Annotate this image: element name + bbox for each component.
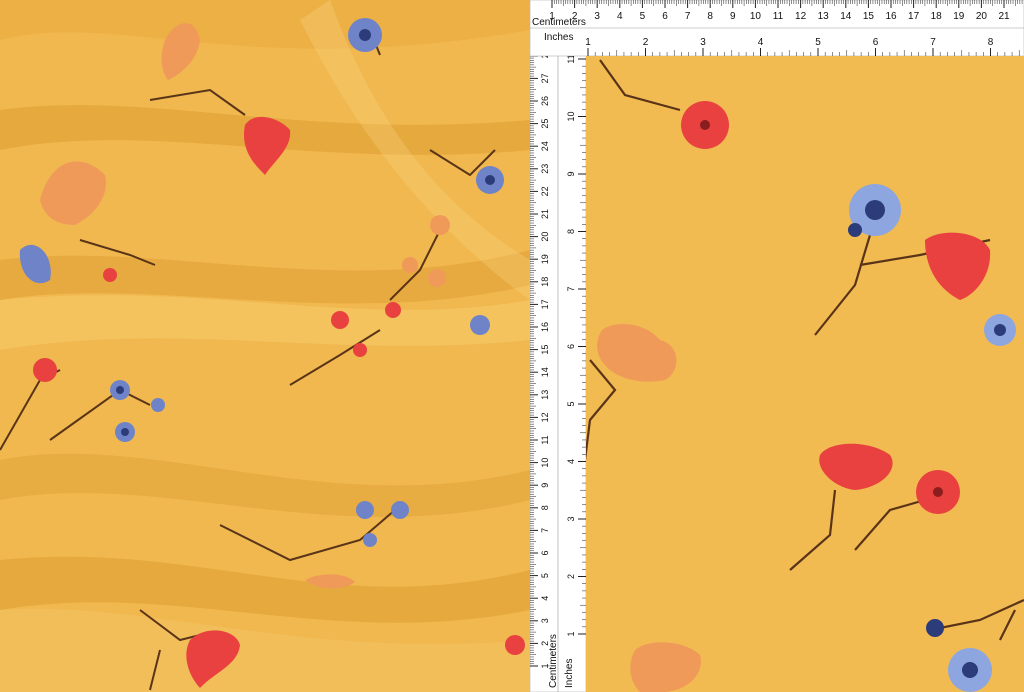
ruler-top-in-label: 3 <box>700 37 706 48</box>
ruler-left-cm-label: 19 <box>540 254 550 264</box>
ruler-left-in-label: 9 <box>566 171 576 176</box>
ruler-top-cm-label: 9 <box>730 11 736 22</box>
flat-fabric-view <box>530 0 1024 692</box>
ruler-left-cm-label: 18 <box>540 277 550 287</box>
fabric-photo: Centimeters Inches 1 2 3 4 5 6 7 8 9 10 11 12 13 14 15… <box>0 0 1024 692</box>
ruler-top-cm-label: 3 <box>594 11 600 22</box>
ruler-top-in-label: 5 <box>815 37 821 48</box>
ruler-left-cm-label: 20 <box>540 232 550 242</box>
ruler-left-in-label: 3 <box>566 516 576 521</box>
ruler-left-cm-label: 14 <box>540 367 550 377</box>
ruler-left-in-label: 6 <box>566 344 576 349</box>
ruler-top-in-label: 2 <box>643 37 649 48</box>
ruler-left-cm-label: 10 <box>540 458 550 468</box>
ruler-left-cm-label: 16 <box>540 322 550 332</box>
ruler-top-cm-label: 12 <box>795 11 807 22</box>
ruler-top-in-label: Inches <box>544 32 573 43</box>
ruler-left-cm-label: Centimeters <box>548 634 559 688</box>
ruler-left-in-label: 2 <box>566 574 576 579</box>
ruler-left-in-label: 7 <box>566 286 576 291</box>
ruler-top-cm-label: 2 <box>572 11 578 22</box>
ruler-left: 1 2 3 4 5 6 7 8 9 10 11 12 13 14 15 16 17 18 19 20 21 22 23 24 2… <box>530 56 586 692</box>
ruler-top-in-label: 8 <box>988 37 994 48</box>
ruler-left-cm-label: 9 <box>540 483 550 488</box>
ruler-top-in-label: 7 <box>930 37 936 48</box>
ruler-left-cm-label: 25 <box>540 119 550 129</box>
ruler-top-cm-label: 7 <box>685 11 691 22</box>
ruler-top-cm-label: 4 <box>617 11 623 22</box>
ruler-top-in-label: 4 <box>758 37 764 48</box>
ruler-left-cm-label: 22 <box>540 186 550 196</box>
ruler-left-cm-label: 26 <box>540 96 550 106</box>
ruler-left-in-label: 10 <box>566 111 576 121</box>
ruler-left-cm-label: 23 <box>540 164 550 174</box>
ruler-top-cm-label: 5 <box>640 11 646 22</box>
ruler-top-in-label: 6 <box>873 37 879 48</box>
ruler-top-cm-label: 8 <box>707 11 713 22</box>
ruler-left-cm-label: 13 <box>540 390 550 400</box>
ruler-top-cm-label: 17 <box>908 11 920 22</box>
ruler-left-cm-label: 2 <box>540 56 550 58</box>
ruler-top-cm-label: 21 <box>998 11 1010 22</box>
ruler-top-cm-label: 11 <box>773 11 784 22</box>
ruler-top-cm-label: 14 <box>840 11 852 22</box>
ruler-top-cm-label: 10 <box>750 11 762 22</box>
ruler-left-cm-label: 4 <box>540 596 550 601</box>
ruler-left-in-label: 1 <box>566 631 576 636</box>
ruler-left-cm-label: 3 <box>540 618 550 623</box>
ruler-top-cm-label: 15 <box>863 11 875 22</box>
ruler-top-cm-label: 1 <box>549 11 555 22</box>
ruler-left-cm-label: 17 <box>540 299 550 309</box>
ruler-left-in-label: 5 <box>566 401 576 406</box>
ruler-top-cm-label: Centimeters <box>532 17 586 28</box>
ruler-left-cm-label: 15 <box>540 345 550 355</box>
ruler-top-cm-label: 19 <box>953 11 965 22</box>
ruler-left-cm-label: 8 <box>540 505 550 510</box>
ruler-left-cm-label: 7 <box>540 528 550 533</box>
ruler-left-in-label: 11 <box>566 56 576 64</box>
ruler-top-cm-label: 20 <box>976 11 988 22</box>
ruler-left-cm-label: 6 <box>540 550 550 555</box>
ruler-left-cm-label: 11 <box>540 435 550 444</box>
ruler-left-in-label: 8 <box>566 229 576 234</box>
ruler-left-in-label: Inches <box>564 659 575 688</box>
ruler-left-in-label: 4 <box>566 459 576 464</box>
ruler-left-cm-label: 27 <box>540 73 550 83</box>
ruler-left-cm-label: 12 <box>540 412 550 422</box>
ruler-top: Centimeters Inches 1 2 3 4 5 6 7 8 9 10 11 12 13 14 15… <box>530 0 1024 56</box>
ruler-left-cm-label: 21 <box>540 209 550 219</box>
ruler-left-cm-label: 24 <box>540 141 550 151</box>
ruler-top-cm-label: 18 <box>931 11 943 22</box>
ruler-left-cm-label: 5 <box>540 573 550 578</box>
ruler-top-cm-label: 16 <box>885 11 897 22</box>
draped-fabric-view <box>0 0 530 692</box>
ruler-top-in-label: 1 <box>585 37 591 48</box>
flat-fabric-image <box>530 0 1024 692</box>
ruler-top-cm-label: 6 <box>662 11 668 22</box>
ruler-top-cm-label: 13 <box>818 11 830 22</box>
draped-fabric-image <box>0 0 530 692</box>
